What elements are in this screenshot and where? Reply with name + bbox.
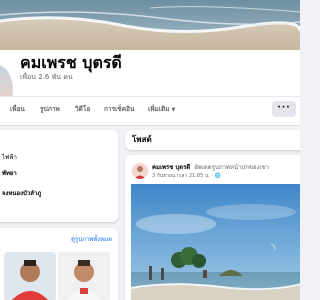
beach-photo-image	[131, 184, 300, 300]
photo-thumbnail[interactable]	[4, 252, 56, 300]
posts-title: โพสต์	[132, 135, 152, 144]
post-action-text: อัพเดตรูปภาพหน้าปกของเขา	[194, 164, 270, 171]
cover-image	[0, 0, 300, 50]
tab-more-label: เพิ่มเติม	[148, 105, 170, 113]
photos-card: ดูรูปภาพทั้งหมด	[0, 228, 118, 300]
tab-more[interactable]: เพิ่มเติม ▼	[148, 105, 175, 114]
more-options-button[interactable]: ···	[272, 101, 296, 117]
tab-friends[interactable]: เพื่อน	[10, 105, 25, 113]
ellipsis-icon: ···	[277, 103, 291, 113]
post-timestamp[interactable]: 3 กันยายน เวลา 21:05 น. · 🌐	[152, 173, 221, 180]
post-author-line: คมเพรช บุตรดี อัพเดตรูปภาพหน้าปกของเขา	[152, 164, 269, 172]
post-author-name[interactable]: คมเพรช บุตรดี	[152, 164, 190, 171]
tab-checkins[interactable]: การเช็คอิน	[104, 105, 134, 113]
friends-count[interactable]: เพื่อน 2.6 พัน คน	[20, 73, 73, 82]
intro-location-text[interactable]: พัทยา	[2, 170, 17, 177]
intro-card: ไฟฟ้า พัทยา จงหนองบัวลำภู	[0, 130, 118, 222]
tab-videos[interactable]: วิดีโอ	[75, 105, 90, 113]
posts-header-card: โพสต์	[125, 130, 300, 150]
intro-line-hometown: จงหนองบัวลำภู	[2, 190, 41, 198]
post-card: คมเพรช บุตรดี อัพเดตรูปภาพหน้าปกของเขา 3…	[125, 155, 300, 300]
tab-photos[interactable]: รูปภาพ	[40, 105, 60, 113]
photo-thumbnail-image	[58, 252, 110, 300]
profile-page: คมเพรช บุตรดี เพื่อน 2.6 พัน คน เพื่อน ร…	[0, 0, 300, 300]
see-all-photos-link[interactable]: ดูรูปภาพทั้งหมด	[71, 236, 112, 244]
cover-photo[interactable]	[0, 0, 300, 50]
post-author-avatar[interactable]	[132, 163, 148, 179]
photo-thumbnail-image	[4, 252, 56, 300]
profile-name: คมเพรช บุตรดี	[20, 53, 122, 72]
intro-hometown-text[interactable]: จงหนองบัวลำภู	[2, 190, 41, 197]
photo-thumbnail[interactable]	[58, 252, 110, 300]
intro-work-text: ไฟฟ้า	[2, 154, 17, 161]
post-author-avatar-image	[132, 163, 148, 179]
post-photo[interactable]	[131, 184, 300, 300]
chevron-down-icon: ▼	[171, 107, 176, 113]
intro-line-location: พัทยา	[2, 170, 17, 178]
profile-tabs: เพื่อน รูปภาพ วิดีโอ การเช็คอิน เพิ่มเติ…	[0, 96, 300, 122]
intro-line-work: ไฟฟ้า	[2, 154, 17, 162]
